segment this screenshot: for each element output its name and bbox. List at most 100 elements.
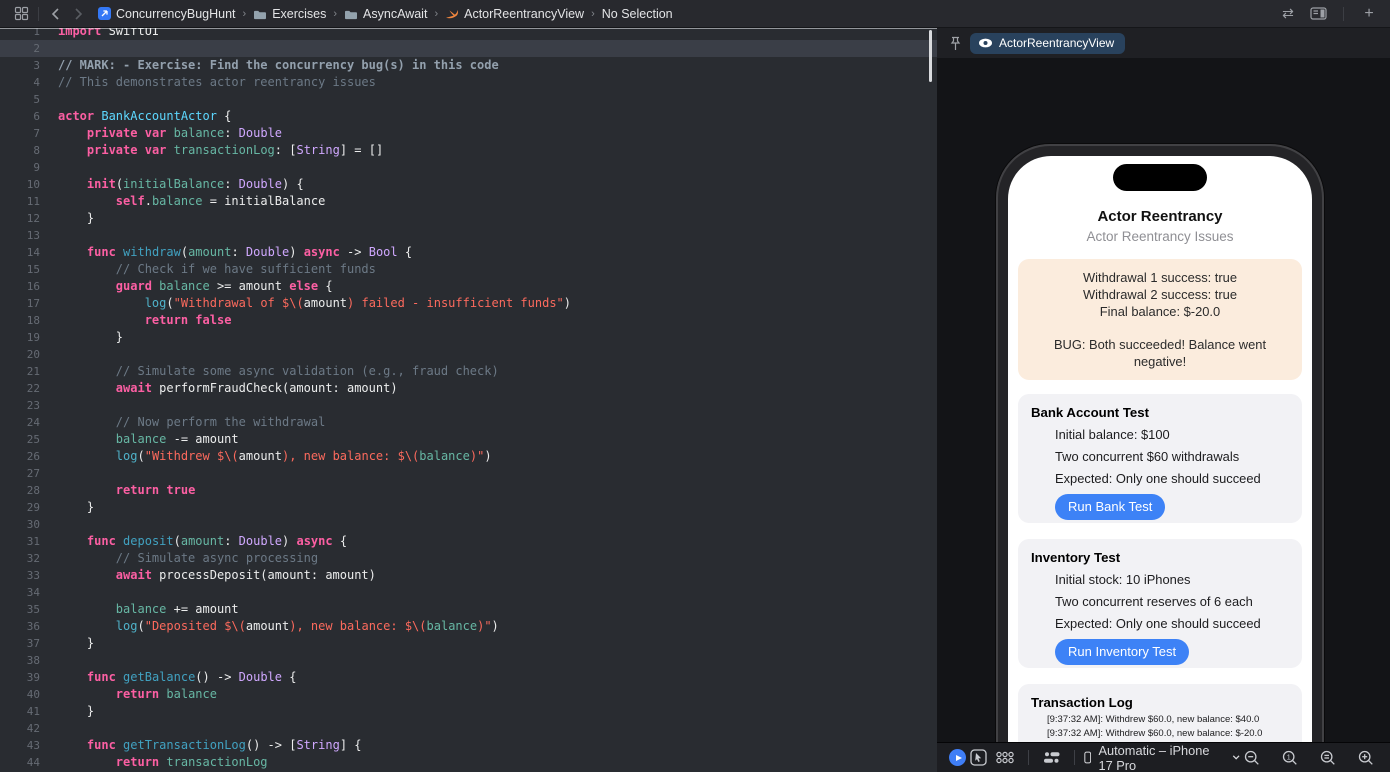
code-line[interactable]: 2 [0,40,937,57]
code-line[interactable]: 10 init(initialBalance: Double) { [0,176,937,193]
line-number[interactable]: 19 [0,329,40,346]
line-number[interactable]: 5 [0,91,40,108]
forward-button[interactable] [67,3,89,25]
line-number[interactable]: 16 [0,278,40,295]
code-line[interactable]: 8 private var transactionLog: [String] =… [0,142,937,159]
code-line[interactable]: 33 await processDeposit(amount: amount) [0,567,937,584]
code-line[interactable]: 25 balance -= amount [0,431,937,448]
line-number[interactable]: 8 [0,142,40,159]
code-line[interactable]: 20 [0,346,937,363]
code-line[interactable]: 9 [0,159,937,176]
code-line[interactable]: 27 [0,465,937,482]
line-number[interactable]: 39 [0,669,40,686]
line-number[interactable]: 43 [0,737,40,754]
line-number[interactable]: 34 [0,584,40,601]
code-line[interactable]: 34 [0,584,937,601]
line-number[interactable]: 36 [0,618,40,635]
line-number[interactable]: 31 [0,533,40,550]
line-number[interactable]: 3 [0,57,40,74]
zoom-out-icon[interactable] [1244,750,1260,766]
line-number[interactable]: 7 [0,125,40,142]
line-number[interactable]: 2 [0,40,40,57]
code-line[interactable]: 30 [0,516,937,533]
code-line[interactable]: 18 return false [0,312,937,329]
code-line[interactable]: 11 self.balance = initialBalance [0,193,937,210]
line-number[interactable]: 27 [0,465,40,482]
code-line[interactable]: 16 guard balance >= amount else { [0,278,937,295]
live-preview-button[interactable] [949,749,966,766]
line-number[interactable]: 24 [0,414,40,431]
line-number[interactable]: 33 [0,567,40,584]
line-number[interactable]: 12 [0,210,40,227]
line-number[interactable]: 14 [0,244,40,261]
breadcrumb-item[interactable]: No Selection [602,7,673,21]
code-line[interactable]: 38 [0,652,937,669]
editor-grid-icon[interactable] [10,3,32,25]
code-line[interactable]: 4 // This demonstrates actor reentrancy i… [0,74,937,91]
code-line[interactable]: 6 actor BankAccountActor { [0,108,937,125]
code-line[interactable]: 5 [0,91,937,108]
line-number[interactable]: 13 [0,227,40,244]
line-number[interactable]: 25 [0,431,40,448]
code-line[interactable]: 28 return true [0,482,937,499]
line-number[interactable]: 26 [0,448,40,465]
code-line[interactable]: 21 // Simulate some async validation (e.… [0,363,937,380]
code-line[interactable]: 39 func getBalance() -> Double { [0,669,937,686]
code-line[interactable]: 12 } [0,210,937,227]
line-number[interactable]: 41 [0,703,40,720]
selectable-mode-icon[interactable] [970,749,987,766]
line-number[interactable]: 15 [0,261,40,278]
zoom-actual-size-icon[interactable]: 1 [1282,750,1298,766]
line-number[interactable]: 37 [0,635,40,652]
line-number[interactable]: 44 [0,754,40,771]
code-line[interactable]: 42 [0,720,937,737]
device-settings-icon[interactable] [1042,750,1061,765]
zoom-in-icon[interactable] [1358,750,1374,766]
line-number[interactable]: 21 [0,363,40,380]
breadcrumb-item[interactable]: AsyncAwait [344,7,427,21]
line-number[interactable]: 1 [0,28,40,40]
code-line[interactable]: 44 return transactionLog [0,754,937,771]
line-number[interactable]: 6 [0,108,40,125]
line-number[interactable]: 10 [0,176,40,193]
add-editor-icon[interactable]: + [1358,3,1380,25]
preview-tab-actorreentrancyview[interactable]: ActorReentrancyView [970,32,1126,54]
editor-scrollbar[interactable] [929,30,932,82]
line-number[interactable]: 35 [0,601,40,618]
line-number[interactable]: 38 [0,652,40,669]
code-line[interactable]: 3 // MARK: - Exercise: Find the concurren… [0,57,937,74]
code-line[interactable]: 1 import SwiftUI [0,28,937,40]
line-number[interactable]: 11 [0,193,40,210]
code-line[interactable]: 24 // Now perform the withdrawal [0,414,937,431]
code-line[interactable]: 40 return balance [0,686,937,703]
zoom-fit-icon[interactable] [1320,750,1336,766]
line-number[interactable]: 17 [0,295,40,312]
swap-editor-icon[interactable]: ⇄ [1277,3,1299,25]
code-line[interactable]: 17 log("Withdrawal of $\(amount) failed … [0,295,937,312]
line-number[interactable]: 32 [0,550,40,567]
code-line[interactable]: 37 } [0,635,937,652]
line-number[interactable]: 9 [0,159,40,176]
line-number[interactable]: 23 [0,397,40,414]
code-line[interactable]: 15 // Check if we have sufficient funds [0,261,937,278]
code-line[interactable]: 13 [0,227,937,244]
code-line[interactable]: 26 log("Withdrew $\(amount), new balance… [0,448,937,465]
code-line[interactable]: 41 } [0,703,937,720]
code-line[interactable]: 43 func getTransactionLog() -> [String] … [0,737,937,754]
line-number[interactable]: 22 [0,380,40,397]
breadcrumb-item[interactable]: ActorReentrancyView [445,7,584,21]
line-number[interactable]: 42 [0,720,40,737]
code-line[interactable]: 14 func withdraw(amount: Double) async -… [0,244,937,261]
line-number[interactable]: 18 [0,312,40,329]
breadcrumb-item[interactable]: ConcurrencyBugHunt [97,7,236,21]
code-line[interactable]: 29 } [0,499,937,516]
line-number[interactable]: 20 [0,346,40,363]
code-line[interactable]: 19 } [0,329,937,346]
line-number[interactable]: 40 [0,686,40,703]
code-line[interactable]: 36 log("Deposited $\(amount), new balanc… [0,618,937,635]
code-line[interactable]: 32 // Simulate async processing [0,550,937,567]
pin-icon[interactable] [949,36,962,51]
variants-grid-icon[interactable] [995,749,1015,766]
line-number[interactable]: 30 [0,516,40,533]
code-line[interactable]: 7 private var balance: Double [0,125,937,142]
